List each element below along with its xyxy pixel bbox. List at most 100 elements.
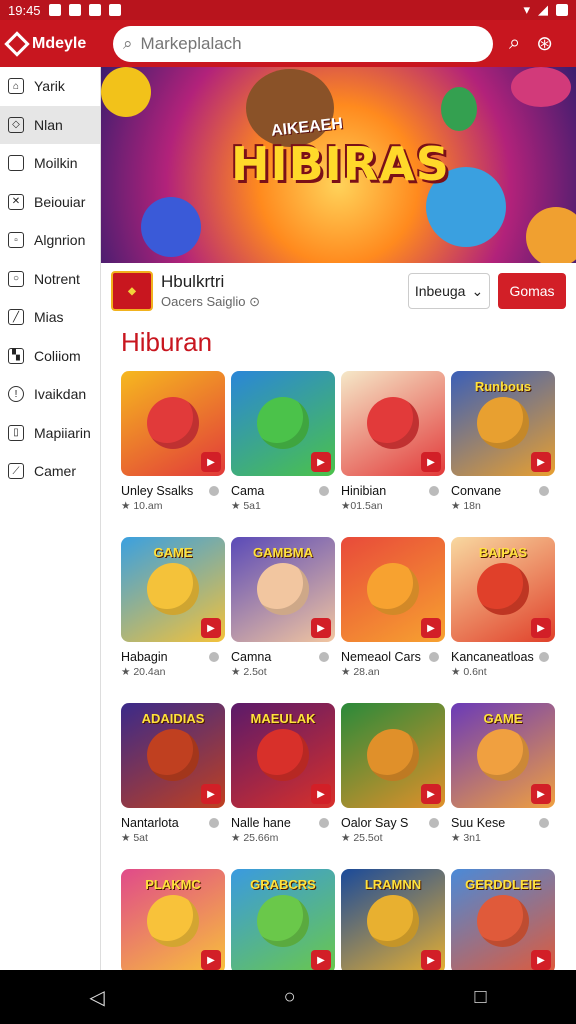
- game-card[interactable]: ▶ Nemeaol Cars ★ 28.an: [341, 537, 445, 703]
- more-icon[interactable]: [539, 486, 549, 496]
- thumbnail-title: GRABCRS: [250, 877, 316, 892]
- play-icon[interactable]: ▶: [531, 950, 551, 970]
- game-title: Suu Kese: [451, 816, 555, 830]
- play-icon[interactable]: ▶: [311, 784, 331, 804]
- back-button[interactable]: ◁: [89, 985, 104, 1010]
- play-icon[interactable]: ▶: [421, 950, 441, 970]
- search-bar[interactable]: ⌕: [113, 25, 493, 62]
- more-icon[interactable]: [319, 818, 329, 828]
- play-icon[interactable]: ▶: [531, 452, 551, 472]
- game-card[interactable]: MAEULAK ▶ Nalle hane ★ 25.66m: [231, 703, 335, 869]
- game-card[interactable]: ▶ Cama ★ 5a1: [231, 371, 335, 537]
- sidebar-item-notrent[interactable]: ○ Notrent: [0, 260, 100, 299]
- game-card[interactable]: PLAKMC ▶: [121, 869, 225, 970]
- play-icon[interactable]: ▶: [421, 784, 441, 804]
- more-icon[interactable]: [539, 818, 549, 828]
- sidebar-item-nlan[interactable]: ◇ Nlan: [0, 105, 100, 144]
- more-icon[interactable]: [319, 652, 329, 662]
- sidebar-item-coliiom[interactable]: ▚ Coliiom: [0, 337, 100, 376]
- more-icon[interactable]: [429, 486, 439, 496]
- edit-icon: ╱: [8, 309, 24, 326]
- play-icon[interactable]: ▶: [201, 950, 221, 970]
- developer-logo: ◆: [111, 271, 153, 311]
- game-card[interactable]: ▶ Unley Ssalks ★ 10.am: [121, 371, 225, 537]
- sidebar-item-moilkin[interactable]: Moilkin: [0, 144, 100, 183]
- more-icon[interactable]: [209, 652, 219, 662]
- game-thumbnail[interactable]: ▶: [121, 371, 225, 476]
- game-card[interactable]: GAMBMA ▶ Camna ★ 2.5ot: [231, 537, 335, 703]
- sidebar-item-mapiiarin[interactable]: ▯ Mapiiarin: [0, 414, 100, 453]
- more-icon[interactable]: [319, 486, 329, 496]
- recents-button[interactable]: □: [474, 986, 486, 1009]
- play-icon[interactable]: ▶: [421, 452, 441, 472]
- game-card[interactable]: GAME ▶ Habagin ★ 20.4an: [121, 537, 225, 703]
- game-thumbnail[interactable]: PLAKMC ▶: [121, 869, 225, 970]
- games-button[interactable]: Gomas: [498, 273, 566, 309]
- game-thumbnail[interactable]: ADAIDIAS ▶: [121, 703, 225, 808]
- game-card[interactable]: LRAMNN ▶: [341, 869, 445, 970]
- game-card[interactable]: Runbous ▶ Convane ★ 18n: [451, 371, 555, 537]
- more-icon[interactable]: [209, 818, 219, 828]
- thumbnail-title: GAMBMA: [253, 545, 313, 560]
- game-card[interactable]: GRABCRS ▶: [231, 869, 335, 970]
- game-thumbnail[interactable]: BAIPAS ▶: [451, 537, 555, 642]
- brand-name: Mdeyle: [32, 34, 87, 52]
- game-card[interactable]: ADAIDIAS ▶ Nantarlota ★ 5at: [121, 703, 225, 869]
- tag-icon: ◇: [8, 116, 24, 133]
- more-icon[interactable]: [429, 652, 439, 662]
- play-icon[interactable]: ▶: [201, 618, 221, 638]
- game-thumbnail[interactable]: GERDDLEIE ▶: [451, 869, 555, 970]
- game-thumbnail[interactable]: LRAMNN ▶: [341, 869, 445, 970]
- search-input[interactable]: [140, 33, 461, 54]
- sidebar-item-algnrion[interactable]: ▫ Algnrion: [0, 221, 100, 260]
- home-button[interactable]: ○: [284, 986, 296, 1009]
- lock-icon: ▫: [8, 232, 24, 249]
- game-card[interactable]: ▶ Hinibian ★01.5an: [341, 371, 445, 537]
- balloon-image: [101, 67, 151, 117]
- notification-icon: [68, 4, 81, 16]
- sidebar-item-mias[interactable]: ╱ Mias: [0, 298, 100, 337]
- search-icon[interactable]: ⌕: [509, 32, 520, 55]
- more-icon[interactable]: [539, 652, 549, 662]
- game-card[interactable]: BAIPAS ▶ Kancaneatloas ★ 0.6nt: [451, 537, 555, 703]
- character-image: [367, 729, 419, 781]
- game-thumbnail[interactable]: GAME ▶: [451, 703, 555, 808]
- game-thumbnail[interactable]: GAME ▶: [121, 537, 225, 642]
- game-thumbnail[interactable]: GAMBMA ▶: [231, 537, 335, 642]
- game-thumbnail[interactable]: ▶: [231, 371, 335, 476]
- game-thumbnail[interactable]: ▶: [341, 371, 445, 476]
- sidebar-item-ivaikdan[interactable]: ! Ivaikdan: [0, 375, 100, 414]
- game-card[interactable]: GAME ▶ Suu Kese ★ 3n1: [451, 703, 555, 869]
- game-rating: ★ 25.66m: [231, 832, 279, 844]
- game-thumbnail[interactable]: MAEULAK ▶: [231, 703, 335, 808]
- game-card[interactable]: ▶ Oalor Say S ★ 25.5ot: [341, 703, 445, 869]
- developer-name: Hbulkrtri: [161, 272, 225, 291]
- play-icon[interactable]: ▶: [311, 452, 331, 472]
- more-icon[interactable]: [429, 818, 439, 828]
- sidebar-item-beiouiar[interactable]: ✕ Beiouiar: [0, 183, 100, 222]
- character-image: [147, 729, 199, 781]
- category-dropdown[interactable]: Inbeuga ⌄: [408, 273, 490, 309]
- play-icon[interactable]: ▶: [531, 784, 551, 804]
- game-thumbnail[interactable]: Runbous ▶: [451, 371, 555, 476]
- game-thumbnail[interactable]: GRABCRS ▶: [231, 869, 335, 970]
- brand[interactable]: Mdeyle: [0, 30, 101, 57]
- game-rating: ★01.5an: [341, 500, 383, 512]
- game-thumbnail[interactable]: ▶: [341, 537, 445, 642]
- hero-banner[interactable]: AIKEAEH HIBIRAS: [101, 67, 576, 263]
- account-icon[interactable]: ⊛: [536, 31, 553, 56]
- game-thumbnail[interactable]: ▶: [341, 703, 445, 808]
- play-icon[interactable]: ▶: [531, 618, 551, 638]
- play-icon[interactable]: ▶: [201, 452, 221, 472]
- sidebar-item-yarik[interactable]: ⌂ Yarik: [0, 67, 100, 106]
- play-icon[interactable]: ▶: [311, 950, 331, 970]
- sidebar-item-camer[interactable]: ⟋ Camer: [0, 452, 100, 491]
- play-icon[interactable]: ▶: [201, 784, 221, 804]
- notification-icon: [48, 4, 61, 16]
- game-card[interactable]: GERDDLEIE ▶: [451, 869, 555, 970]
- play-icon[interactable]: ▶: [311, 618, 331, 638]
- thumbnail-title: LRAMNN: [364, 877, 422, 892]
- more-icon[interactable]: [209, 486, 219, 496]
- document-icon: [8, 155, 24, 172]
- play-icon[interactable]: ▶: [421, 618, 441, 638]
